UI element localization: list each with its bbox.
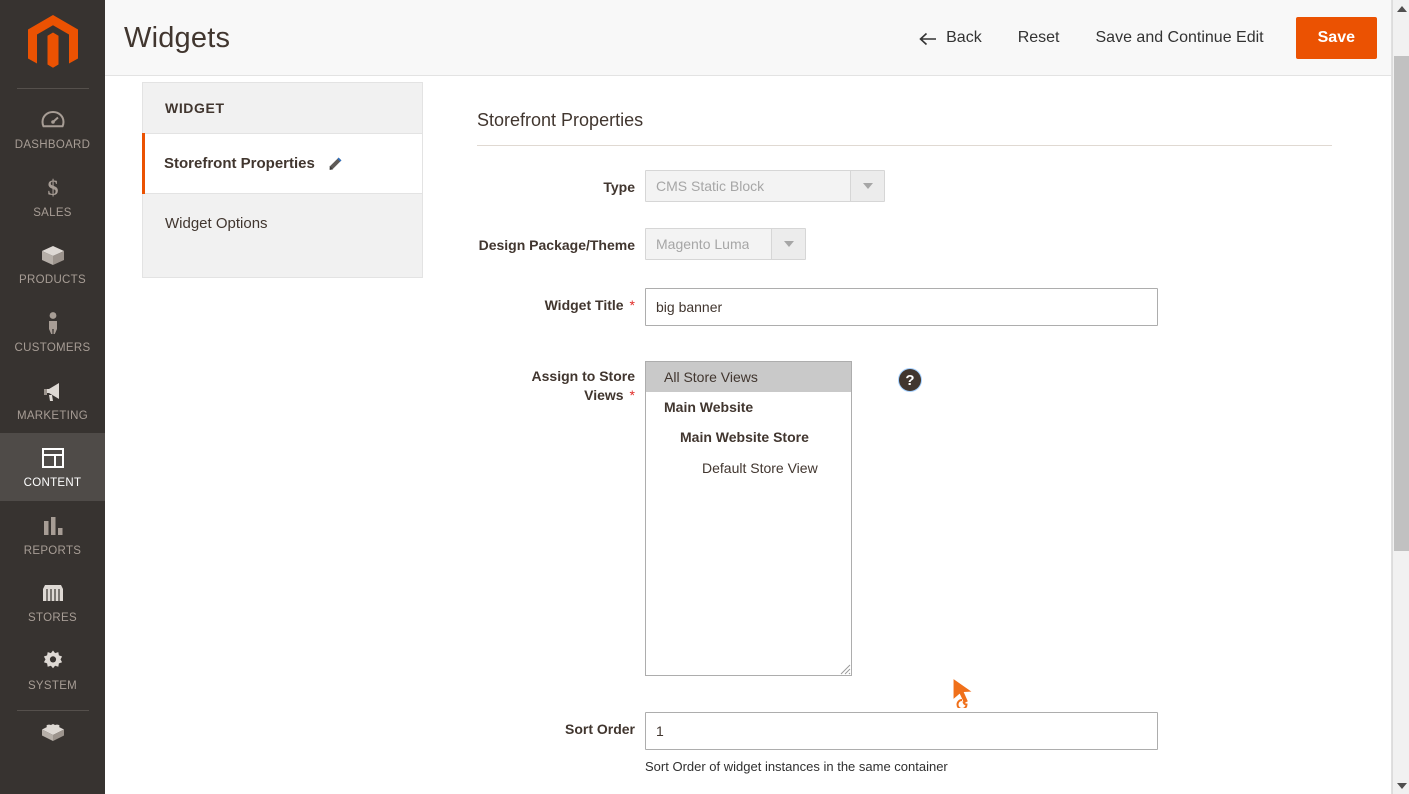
chevron-down-icon (771, 229, 805, 259)
sidebar-divider (16, 88, 89, 89)
sidebar-item-extensions[interactable] (0, 711, 105, 762)
store-view-option[interactable]: All Store Views (646, 362, 851, 393)
sidebar-item-label: CUSTOMERS (14, 341, 91, 354)
design-theme-label: Design Package/Theme (478, 237, 635, 253)
design-theme-select: Magento Luma (645, 228, 806, 260)
field-row-type: Type CMS Static Block (477, 170, 1357, 202)
store-views-multiselect[interactable]: All Store Views Main Website Main Websit… (645, 361, 852, 676)
field-row-sort-order: Sort Order Sort Order of widget instance… (477, 712, 1357, 774)
scrollbar-up-button[interactable] (1393, 0, 1409, 17)
sidebar-item-products[interactable]: PRODUCTS (0, 230, 105, 298)
design-theme-control: Magento Luma (645, 228, 1357, 260)
scrollbar-thumb[interactable] (1394, 56, 1409, 551)
sort-order-control: Sort Order of widget instances in the sa… (645, 712, 1357, 774)
resize-handle[interactable] (837, 661, 851, 675)
dashboard-gauge-icon (38, 107, 68, 133)
sidebar-item-label: REPORTS (23, 544, 82, 557)
sidebar-item-reports[interactable]: REPORTS (0, 501, 105, 569)
required-marker: * (629, 386, 635, 403)
field-row-design-theme: Design Package/Theme Magento Luma (477, 228, 1357, 260)
box-icon (38, 242, 68, 268)
save-and-continue-label: Save and Continue Edit (1095, 29, 1264, 46)
tab-widget-options[interactable]: Widget Options (142, 194, 423, 278)
save-and-continue-button[interactable]: Save and Continue Edit (1078, 21, 1282, 55)
tab-storefront-properties-label: Storefront Properties (164, 155, 315, 172)
help-icon[interactable]: ? (899, 369, 921, 391)
reset-button[interactable]: Reset (1000, 21, 1078, 55)
reset-button-label: Reset (1017, 29, 1060, 46)
sort-order-note: Sort Order of widget instances in the sa… (645, 759, 948, 774)
store-views-control: All Store Views Main Website Main Websit… (645, 361, 1357, 676)
store-view-option[interactable]: Main Website (646, 392, 851, 422)
person-icon (38, 310, 68, 336)
sort-order-input[interactable] (645, 712, 1158, 750)
store-view-option[interactable]: Default Store View (646, 453, 851, 483)
page-title: Widgets (124, 22, 231, 54)
store-views-label-text: Assign to Store Views (531, 368, 635, 403)
dollar-sign-icon: $ (38, 175, 68, 201)
widget-title-input[interactable] (645, 288, 1158, 326)
sidebar-item-label: STORES (28, 612, 77, 625)
sort-order-label: Sort Order (564, 721, 635, 737)
tab-widget-options-label: Widget Options (165, 215, 268, 232)
header-actions: Back Reset Save and Continue Edit Save (909, 17, 1377, 59)
svg-text:$: $ (47, 176, 58, 200)
sidebar-item-dashboard[interactable]: DASHBOARD (0, 95, 105, 163)
tab-storefront-properties[interactable]: Storefront Properties (142, 133, 423, 194)
widget-panel-title: WIDGET (142, 82, 423, 134)
widget-title-label: Widget Title * (477, 288, 645, 315)
sidebar-item-label: CONTENT (23, 477, 82, 490)
layout-window-icon (38, 445, 68, 471)
store-view-option[interactable]: Main Website Store (646, 422, 851, 452)
save-button[interactable]: Save (1295, 17, 1377, 59)
scrollbar-down-button[interactable] (1393, 777, 1409, 794)
extensions-brick-icon (38, 719, 68, 745)
save-button-label: Save (1317, 29, 1355, 46)
arrow-left-icon (919, 32, 937, 46)
magento-logo-icon (27, 15, 78, 68)
storefront-icon (38, 580, 68, 606)
bar-chart-icon (38, 513, 68, 539)
type-select-value: CMS Static Block (656, 178, 765, 194)
magento-admin-page: DASHBOARD $ SALES PRODUCTS CUSTOMERS MAR… (0, 0, 1409, 794)
storefront-properties-form: Storefront Properties Type CMS Static Bl… (477, 110, 1357, 794)
type-label: Type (603, 179, 635, 195)
megaphone-icon (38, 378, 68, 404)
admin-sidebar: DASHBOARD $ SALES PRODUCTS CUSTOMERS MAR… (0, 0, 105, 794)
design-theme-select-value: Magento Luma (656, 236, 750, 252)
sidebar-item-label: PRODUCTS (19, 274, 86, 287)
sidebar-item-label: DASHBOARD (14, 139, 91, 151)
sidebar-item-label: SALES (33, 206, 72, 219)
field-row-store-views: Assign to Store Views * All Store Views M… (477, 361, 1357, 676)
pencil-icon (327, 156, 343, 172)
field-row-widget-title: Widget Title * (477, 288, 1357, 326)
form-section-title: Storefront Properties (477, 110, 1332, 146)
sidebar-item-label: SYSTEM (27, 680, 78, 693)
back-button-label: Back (946, 29, 982, 46)
magento-logo[interactable] (0, 0, 105, 88)
help-icon-glyph: ? (905, 371, 915, 389)
sidebar-item-sales[interactable]: $ SALES (0, 163, 105, 231)
vertical-scrollbar[interactable] (1392, 0, 1409, 794)
sidebar-item-marketing[interactable]: MARKETING (0, 366, 105, 434)
sidebar-item-system[interactable]: SYSTEM (0, 636, 105, 704)
gear-icon (38, 648, 68, 674)
widget-title-label-text: Widget Title (544, 297, 624, 313)
required-marker: * (629, 297, 635, 313)
sidebar-item-label: MARKETING (16, 409, 89, 422)
page-header: Widgets Back Reset Save and Continue Edi… (105, 0, 1392, 76)
store-views-multiselect-wrap: All Store Views Main Website Main Websit… (645, 361, 852, 676)
sidebar-item-content[interactable]: CONTENT (0, 433, 105, 501)
widget-tabs-panel: WIDGET Storefront Properties Widget Opti… (142, 82, 423, 278)
type-control: CMS Static Block (645, 170, 1357, 202)
widget-title-control (645, 288, 1357, 326)
sidebar-item-customers[interactable]: CUSTOMERS (0, 298, 105, 366)
back-button[interactable]: Back (909, 21, 1000, 55)
type-select: CMS Static Block (645, 170, 885, 202)
sidebar-item-stores[interactable]: STORES (0, 568, 105, 636)
chevron-down-icon (850, 171, 884, 201)
store-views-label: Assign to Store Views * (477, 361, 645, 405)
